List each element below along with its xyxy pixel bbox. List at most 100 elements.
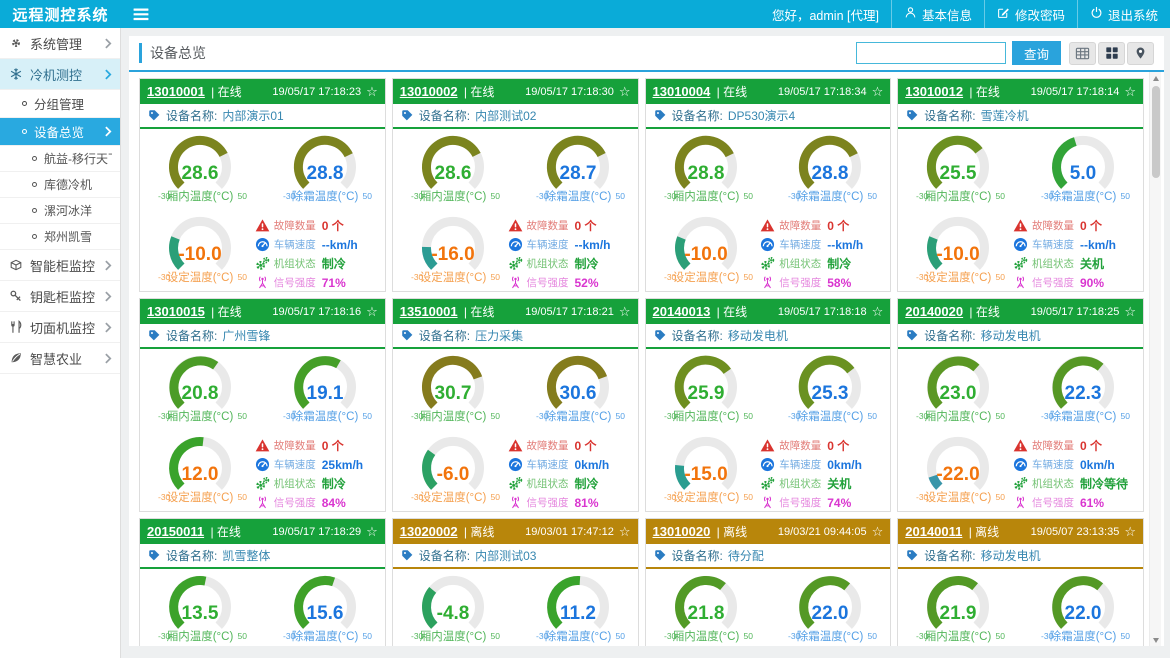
inner-temp-gauge: 28.6-30厢内温度(°C)50 [148,133,252,208]
device-card-13010020: 13010020 | 离线19/03/21 09:44:05☆设备名称:待分配2… [645,518,892,646]
tag-icon [401,329,414,342]
device-id-link[interactable]: 13510001 [400,304,458,319]
favorite-star-icon[interactable]: ☆ [619,305,631,318]
profile-menu-item[interactable]: 基本信息 [891,0,984,28]
device-id-link[interactable]: 20140011 [905,524,962,539]
favorite-star-icon[interactable]: ☆ [366,305,378,318]
device-id-link[interactable]: 13010020 [653,524,711,539]
device-name-row: 设备名称:压力采集 [393,324,638,349]
card-header: 13010002 | 在线19/05/17 17:18:30☆ [393,79,638,104]
favorite-star-icon[interactable]: ☆ [872,85,884,98]
sidebar-item-6[interactable]: 漯河冰洋 [0,198,120,224]
device-name-value: 内部演示01 [222,107,283,124]
status-label-unit: 机组状态 [1032,476,1074,491]
logout-menu-item[interactable]: 退出系统 [1077,0,1170,28]
favorite-star-icon[interactable]: ☆ [1124,525,1136,538]
change-password-menu-item[interactable]: 修改密码 [984,0,1077,28]
card-view-button[interactable] [1098,42,1125,65]
device-id-link[interactable]: 13010004 [653,84,711,99]
gauge-max-tick: 50 [490,191,500,201]
signal-icon [255,495,270,510]
vertical-scrollbar[interactable] [1149,72,1161,646]
device-id-link[interactable]: 13020002 [400,524,458,539]
scroll-up-arrow-icon[interactable] [1150,72,1162,84]
device-timestamp: 19/05/07 23:13:35 [1031,526,1120,538]
device-card-13510001: 13510001 | 在线19/05/17 17:18:21☆设备名称:压力采集… [392,298,639,512]
sidebar-item-2[interactable]: 分组管理 [0,90,120,118]
gauge-max-tick: 50 [743,411,753,421]
warning-icon [760,438,775,453]
favorite-star-icon[interactable]: ☆ [366,85,378,98]
set-temp-label: 设定温度(°C) [925,490,992,504]
status-value-signal: 84% [322,496,346,510]
favorite-star-icon[interactable]: ☆ [366,525,378,538]
inner-temp-label: 厢内温度(°C) [925,409,992,423]
search-input[interactable] [856,42,1006,64]
sidebar-item-9[interactable]: 钥匙柜监控 [0,281,120,312]
defrost-temp-gauge: 28.8-30除霜温度(°C)50 [273,133,377,208]
card-bottom-section: -10.0-30设定温度(°C)50故障数量0 个车辆速度--km/h机组状态制… [148,214,377,292]
device-status-badge: | 在线 [208,83,242,100]
scrollbar-thumb[interactable] [1152,86,1160,178]
hamburger-menu-icon[interactable] [121,0,161,28]
sidebar-item-10[interactable]: 切面机监控 [0,312,120,343]
map-view-button[interactable] [1127,42,1154,65]
sidebar-item-3[interactable]: 设备总览 [0,118,120,146]
device-id-link[interactable]: 13010001 [147,84,205,99]
card-gauges-row: 30.7-30厢内温度(°C)5030.6-30除霜温度(°C)50 [401,353,630,428]
device-name-label: 设备名称: [419,107,470,124]
device-timestamp: 19/03/21 09:44:05 [778,526,867,538]
status-value-fault: 0 个 [1080,437,1102,454]
device-id-link[interactable]: 13010002 [400,84,458,99]
speedometer-icon [255,237,270,252]
search-button[interactable]: 查询 [1012,41,1061,65]
gauge-max-tick: 50 [490,492,500,502]
gauge-max-tick: 50 [743,191,753,201]
status-row-signal: 信号强度81% [508,493,630,512]
sidebar-item-8[interactable]: 智能柜监控 [0,250,120,281]
favorite-star-icon[interactable]: ☆ [619,85,631,98]
device-id-link[interactable]: 20140013 [653,304,711,319]
status-label-speed: 车辆速度 [527,237,569,252]
set-temp-value: -6.0 [436,464,469,485]
device-id-link[interactable]: 20150011 [147,524,204,539]
card-body: 28.6-30厢内温度(°C)5028.7-30除霜温度(°C)50-16.0-… [393,129,638,292]
device-card-13010012: 13010012 | 在线19/05/17 17:18:14☆设备名称:雪莲冷机… [897,78,1144,292]
card-body: 13.5-30厢内温度(°C)5015.6-30除霜温度(°C)50 [140,569,385,646]
sidebar-item-5[interactable]: 库德冷机 [0,172,120,198]
sidebar-item-label: 库德冷机 [44,176,112,193]
device-id-link[interactable]: 13010012 [905,84,963,99]
sidebar-item-4[interactable]: 航益-移行天下 [0,146,120,172]
favorite-star-icon[interactable]: ☆ [619,525,631,538]
table-view-button[interactable] [1069,42,1096,65]
favorite-star-icon[interactable]: ☆ [1124,305,1136,318]
sidebar-item-1[interactable]: 冷机测控 [0,59,120,90]
status-value-speed: 0km/h [1080,458,1115,472]
favorite-star-icon[interactable]: ☆ [1124,85,1136,98]
gauge-max-tick: 50 [868,411,878,421]
favorite-star-icon[interactable]: ☆ [872,305,884,318]
scroll-down-arrow-icon[interactable] [1150,634,1162,646]
page-title: 设备总览 [139,43,206,63]
status-row-speed: 车辆速度25km/h [255,455,377,474]
gauge-max-tick: 50 [615,631,625,641]
sidebar-item-11[interactable]: 智慧农业 [0,343,120,374]
device-id-link[interactable]: 13010015 [147,304,205,319]
sidebar-item-label: 漯河冰洋 [44,202,112,219]
status-row-speed: 车辆速度0km/h [760,455,882,474]
sidebar-item-0[interactable]: 系统管理 [0,28,120,59]
inner-temp-label: 厢内温度(°C) [672,629,739,643]
device-name-label: 设备名称: [924,327,975,344]
sidebar-item-7[interactable]: 郑州凯雪 [0,224,120,250]
device-status-list: 故障数量0 个车辆速度0km/h机组状态制冷等待信号强度61% [1013,434,1135,512]
gauge-max-tick: 50 [238,191,248,201]
defrost-temp-value: 15.6 [306,603,343,624]
device-name-label: 设备名称: [924,547,975,564]
device-name-value: DP530演示4 [728,107,795,124]
status-row-unit: 机组状态制冷 [255,474,377,493]
device-id-link[interactable]: 20140020 [905,304,963,319]
favorite-star-icon[interactable]: ☆ [872,525,884,538]
inner-temp-value: 28.6 [182,163,219,184]
leaf-icon [8,351,23,365]
device-status-badge: | 在线 [461,83,495,100]
